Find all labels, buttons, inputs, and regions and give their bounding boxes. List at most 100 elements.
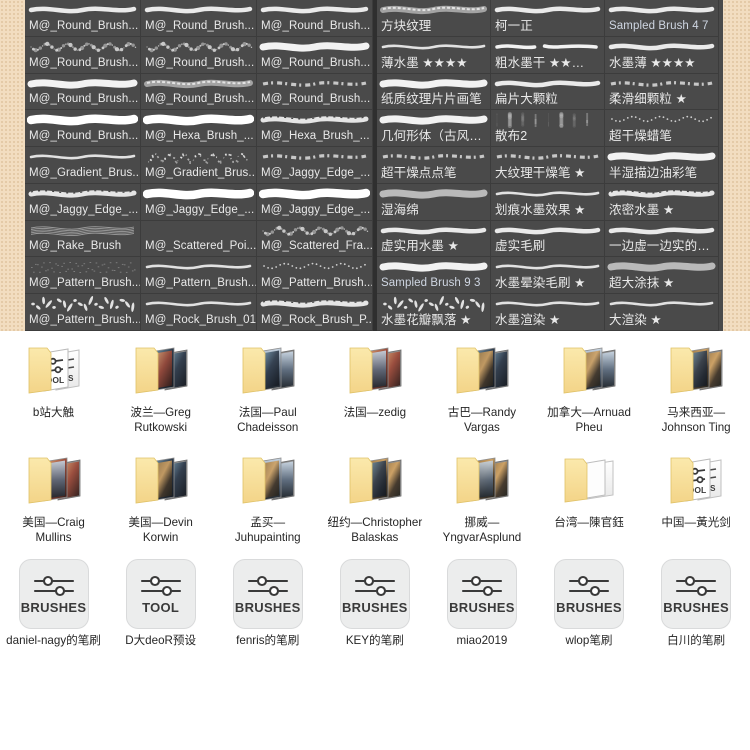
brush-stroke-preview: [493, 222, 602, 239]
brush-preset-label: 半湿描边油彩笔: [609, 165, 698, 180]
brush-stroke-preview: [379, 258, 488, 275]
brush-preset-item[interactable]: M@_Rake_Brush: [25, 220, 141, 258]
brush-stroke-preview: [607, 1, 716, 18]
file-item-label: 挪威—YngvarAsplund: [442, 516, 522, 544]
brushes-preset-tile-icon: TOOL: [125, 559, 196, 629]
file-item[interactable]: TOOL D大deoR预设: [107, 553, 214, 649]
brush-preset-item[interactable]: 扁片大颗粒: [491, 73, 605, 111]
brush-preset-item[interactable]: Sampled Brush 4 7: [605, 0, 719, 37]
brush-preset-item[interactable]: M@_Round_Brush...: [25, 36, 141, 74]
file-item[interactable]: BRUSHES 白川的笔刷: [643, 553, 750, 649]
folder-icon: [343, 337, 407, 401]
brush-preset-item[interactable]: 粗水墨干 ★★…: [491, 36, 605, 74]
brush-preset-item[interactable]: 水墨晕染毛刷 ★: [491, 257, 605, 295]
brush-preset-label: M@_Round_Brush...: [29, 130, 139, 143]
file-item[interactable]: 法国—Paul Chadeisson: [214, 331, 321, 435]
file-item[interactable]: 美国—Devin Korwin: [107, 441, 214, 545]
file-item[interactable]: BRUSHES KEY的笔刷: [321, 553, 428, 649]
brush-stroke-preview: [27, 258, 138, 275]
brush-preset-item[interactable]: 半湿描边油彩笔: [605, 147, 719, 184]
brush-preset-item[interactable]: M@_Gradient_Brus...: [25, 147, 141, 184]
file-item-label: D大deoR预设: [125, 634, 197, 647]
brush-preset-item[interactable]: M@_Jaggy_Edge_...: [25, 183, 141, 221]
brush-stroke-preview: [259, 148, 370, 165]
brush-preset-item[interactable]: 湿海绵: [377, 183, 491, 221]
brush-preset-item[interactable]: 柔滑细颗粒 ★: [605, 73, 719, 111]
brush-preset-label: Sampled Brush 4 7: [609, 19, 709, 32]
brush-stroke-preview: [259, 111, 370, 128]
brush-stroke-preview: [259, 222, 370, 239]
brush-preset-item[interactable]: 几何形体（古风…: [377, 110, 491, 148]
brush-preset-item[interactable]: 超干燥点点笔: [377, 147, 491, 184]
brush-preset-item[interactable]: 浓密水墨 ★: [605, 183, 719, 221]
file-item[interactable]: IES OOL b站大触: [0, 331, 107, 435]
brush-preset-item[interactable]: M@_Pattern_Brush...: [25, 294, 141, 331]
brush-preset-label: 方块纹理: [381, 18, 432, 33]
brush-preset-item[interactable]: Sampled Brush 9 3: [377, 257, 491, 295]
brush-preset-item[interactable]: M@_Jaggy_Edge_...: [257, 183, 373, 221]
brush-preset-item[interactable]: M@_Pattern_Brush...: [257, 257, 373, 295]
brush-preset-item[interactable]: 水墨薄 ★★★★: [605, 36, 719, 74]
brush-preset-item[interactable]: 方块纹理: [377, 0, 491, 37]
brush-preset-item[interactable]: M@_Scattered_Poi...: [141, 220, 257, 258]
brush-stroke-preview: [143, 295, 254, 312]
brush-stroke-preview: [379, 148, 488, 165]
brush-preset-item[interactable]: M@_Round_Brush...: [257, 36, 373, 74]
brush-preset-item[interactable]: 大渲染 ★: [605, 294, 719, 331]
file-item[interactable]: BRUSHES fenris的笔刷: [214, 553, 321, 649]
file-item[interactable]: BRUSHES miao2019: [428, 553, 535, 649]
brush-preset-item[interactable]: 划痕水墨效果 ★: [491, 183, 605, 221]
brush-preset-item[interactable]: M@_Round_Brush...: [25, 110, 141, 148]
brush-preset-item[interactable]: 虚实毛刷: [491, 220, 605, 258]
brush-preset-item[interactable]: 超大涂抹 ★: [605, 257, 719, 295]
file-item[interactable]: 纽约—Christopher Balaskas: [321, 441, 428, 545]
brush-preset-item[interactable]: M@_Round_Brush...: [141, 73, 257, 111]
file-item[interactable]: BRUSHES daniel-nagy的笔刷: [0, 553, 107, 649]
brush-preset-item[interactable]: M@_Rock_Brush_01: [141, 294, 257, 331]
file-item[interactable]: 古巴—Randy Vargas: [428, 331, 535, 435]
brush-preset-item[interactable]: 纸质纹理片片画笔: [377, 73, 491, 111]
file-item[interactable]: 加拿大—Arnuad Pheu: [535, 331, 642, 435]
brush-preset-item[interactable]: 大纹理干燥笔 ★: [491, 147, 605, 184]
brush-preset-item[interactable]: 虚实用水墨 ★: [377, 220, 491, 258]
brush-preset-item[interactable]: M@_Hexa_Brush_...: [141, 110, 257, 148]
brush-preset-item[interactable]: M@_Round_Brush...: [25, 0, 141, 37]
brush-preset-item[interactable]: 水墨渲染 ★: [491, 294, 605, 331]
brush-preset-item[interactable]: M@_Rock_Brush_P...: [257, 294, 373, 331]
desktop-texture-left: [0, 0, 25, 331]
brush-preset-item[interactable]: 柯一正: [491, 0, 605, 37]
brush-preset-item[interactable]: M@_Round_Brush...: [257, 0, 373, 37]
file-item[interactable]: 孟买—Juhupainting: [214, 441, 321, 545]
brush-preset-item[interactable]: M@_Scattered_Fra...: [257, 220, 373, 258]
file-item[interactable]: 法国—zedig: [321, 331, 428, 435]
brush-stroke-preview: [27, 1, 138, 18]
brush-preset-item[interactable]: 一边虚一边实的…: [605, 220, 719, 258]
brush-preset-item[interactable]: M@_Jaggy_Edge_...: [257, 147, 373, 184]
brush-preset-item[interactable]: M@_Pattern_Brush...: [141, 257, 257, 295]
brush-preset-item[interactable]: 超干燥蜡笔: [605, 110, 719, 148]
brush-preset-item[interactable]: 薄水墨 ★★★★: [377, 36, 491, 74]
brush-preset-item[interactable]: M@_Gradient_Brus...: [141, 147, 257, 184]
brush-stroke-preview: [607, 148, 716, 165]
brush-preset-item[interactable]: 水墨花瓣飘落 ★: [377, 294, 491, 331]
brush-preset-item[interactable]: M@_Round_Brush...: [257, 73, 373, 111]
brush-grid[interactable]: M@_Round_Brush... M@_Round_Brush... M@_Rou…: [25, 0, 723, 331]
file-item[interactable]: 马来西亚—Johnson Ting: [643, 331, 750, 435]
brush-preset-item[interactable]: M@_Round_Brush...: [25, 73, 141, 111]
brush-preset-item[interactable]: M@_Hexa_Brush_...: [257, 110, 373, 148]
file-item[interactable]: IES OOL 中国—黃光剑: [643, 441, 750, 545]
brush-preset-item[interactable]: M@_Jaggy_Edge_...: [141, 183, 257, 221]
file-item[interactable]: 美国—Craig Mullins: [0, 441, 107, 545]
brush-preset-item[interactable]: 散布2: [491, 110, 605, 148]
file-item[interactable]: 挪威—YngvarAsplund: [428, 441, 535, 545]
file-item[interactable]: BRUSHES wlop笔刷: [535, 553, 642, 649]
brush-column-col-6: Sampled Brush 4 7 水墨薄 ★★★★ 柔滑细颗粒 ★ 超干燥蜡笔半湿描…: [605, 0, 719, 331]
brush-stroke-preview: [27, 111, 138, 128]
file-item[interactable]: 波兰—Greg Rutkowski: [107, 331, 214, 435]
tile-word: BRUSHES: [234, 600, 301, 615]
brush-preset-label: 超大涂抹 ★: [609, 276, 675, 291]
brush-preset-item[interactable]: M@_Round_Brush...: [141, 0, 257, 37]
brush-preset-item[interactable]: M@_Round_Brush...: [141, 36, 257, 74]
file-item[interactable]: 台湾—陳官鈺: [535, 441, 642, 545]
brush-preset-item[interactable]: M@_Pattern_Brush...: [25, 257, 141, 295]
